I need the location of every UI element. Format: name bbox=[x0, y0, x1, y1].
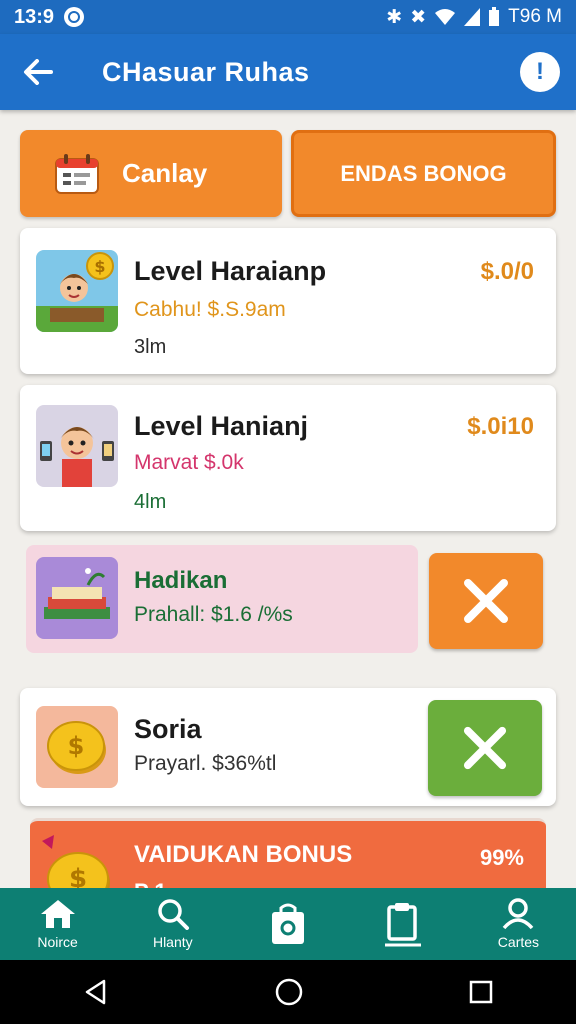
list-item[interactable]: Level Hanianj Marvat $.0k 4lm $.0i10 bbox=[20, 385, 556, 531]
page-title: CHasuar Ruhas bbox=[102, 56, 310, 87]
item-thumbnail: $ bbox=[36, 706, 118, 788]
battery-icon bbox=[489, 7, 500, 26]
nav-label: Noirce bbox=[37, 934, 78, 950]
item-title: Level Hanianj bbox=[134, 411, 309, 441]
system-nav-bar bbox=[0, 960, 576, 1024]
bottom-nav: Noirce Hlanty Cartes bbox=[0, 888, 576, 960]
item-thumbnail: $ bbox=[36, 250, 118, 332]
item-subtitle: Cabhu! $.S.9am bbox=[134, 298, 286, 321]
status-bar: 13:9 ✱ ✖ T96 M bbox=[0, 0, 576, 34]
nav-label: Cartes bbox=[497, 934, 540, 950]
back-arrow-icon bbox=[24, 59, 53, 85]
close-button-orange[interactable] bbox=[429, 553, 543, 649]
nav-bag[interactable] bbox=[230, 888, 345, 960]
item-title: Soria bbox=[134, 714, 202, 744]
recents-square-icon[interactable] bbox=[468, 979, 494, 1005]
book-icon bbox=[44, 568, 110, 619]
nav-label: Hlanty bbox=[152, 934, 193, 950]
coin-icon: $ bbox=[47, 721, 106, 774]
back-button[interactable] bbox=[14, 48, 62, 96]
nav-search[interactable]: Hlanty bbox=[115, 888, 230, 960]
signal-icon bbox=[464, 8, 481, 26]
canlay-button[interactable]: Canlay bbox=[20, 130, 282, 217]
app-bar: CHasuar Ruhas ! bbox=[0, 34, 576, 110]
profile-icon bbox=[503, 898, 534, 930]
list-item[interactable]: $ Level Haraianp Cabhu! $.S.9am 3lm $.0/… bbox=[20, 228, 556, 374]
bag-icon bbox=[272, 903, 304, 944]
home-icon bbox=[40, 900, 75, 928]
item-meta: 3lm bbox=[134, 336, 167, 358]
item-title: Hadikan bbox=[134, 567, 228, 594]
home-circle-icon[interactable] bbox=[274, 977, 304, 1007]
boy-coin-icon: $ bbox=[36, 252, 118, 332]
item-price: $.0i10 bbox=[467, 413, 534, 440]
svg-text:$: $ bbox=[68, 732, 85, 760]
notification-icon bbox=[64, 7, 85, 27]
hadikan-item[interactable]: Hadikan Prahall: $1.6 /%s bbox=[26, 545, 418, 653]
item-price: $.0/0 bbox=[480, 258, 534, 285]
calendar-icon bbox=[55, 153, 99, 194]
item-subtitle: Prayarl. $36%tl bbox=[134, 752, 277, 775]
item-title: Level Haraianp bbox=[134, 256, 327, 286]
vibrate-icon: ✖ bbox=[410, 6, 427, 28]
status-time: 13:9 bbox=[14, 5, 55, 28]
close-button-green[interactable] bbox=[428, 700, 542, 796]
item-thumbnail bbox=[36, 405, 118, 487]
item-meta: 4lm bbox=[134, 491, 167, 513]
nav-home[interactable]: Noirce bbox=[0, 888, 115, 960]
wifi-icon bbox=[435, 9, 456, 25]
canlay-label: Canlay bbox=[122, 158, 208, 188]
endas-label: ENDAS BONOG bbox=[340, 160, 507, 186]
info-icon: ! bbox=[536, 58, 544, 85]
item-subtitle: Prahall: $1.6 /%s bbox=[134, 603, 293, 626]
bonus-title: VAIDUKAN BONUS bbox=[134, 841, 353, 868]
endas-bonus-button[interactable]: ENDAS BONOG bbox=[291, 130, 556, 217]
bluetooth-icon: ✱ bbox=[386, 6, 403, 28]
nav-profile[interactable]: Cartes bbox=[461, 888, 576, 960]
search-icon bbox=[158, 899, 189, 930]
item-subtitle: Marvat $.0k bbox=[134, 451, 244, 474]
kid-phones-icon bbox=[40, 427, 114, 487]
clipboard-icon bbox=[385, 903, 422, 947]
nav-clipboard[interactable] bbox=[346, 888, 461, 960]
info-button[interactable]: ! bbox=[520, 52, 560, 92]
svg-text:$: $ bbox=[94, 257, 105, 276]
status-right-text: T96 M bbox=[508, 6, 562, 27]
item-thumbnail bbox=[36, 557, 118, 639]
bonus-percent: 99% bbox=[479, 845, 524, 870]
close-icon bbox=[464, 579, 508, 623]
status-icons: ✱ ✖ T96 M bbox=[386, 6, 562, 29]
close-icon bbox=[463, 726, 507, 770]
back-triangle-icon[interactable] bbox=[82, 978, 110, 1006]
